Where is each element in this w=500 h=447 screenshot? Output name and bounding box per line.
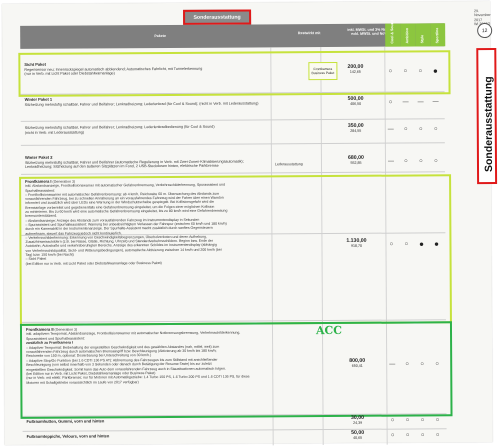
header-col-cool-sound: Cool & Sound bbox=[385, 20, 401, 47]
table-row: Sitzheizung mehrstufig schaltbar, Fahrer… bbox=[25, 124, 315, 135]
table-row: Frontkamera I (Generation 3) inkl. Absta… bbox=[25, 178, 316, 266]
restwirkt-text: Lederausstattung bbox=[274, 162, 303, 167]
row-desc: Sitzheizung mehrstufig schaltbar, Fahrer… bbox=[24, 159, 244, 169]
page-number-text: 12 bbox=[481, 27, 488, 34]
availability-marks: ○ — — — bbox=[383, 99, 443, 107]
side-label-text: Sonderausstattung bbox=[482, 76, 496, 173]
restwirkt-tag: Frontkamera Business Paket bbox=[308, 61, 338, 81]
table-row: Frontkamera II (Generation 3) inkl. adap… bbox=[26, 326, 318, 385]
table-row: Winter Paket 1 Sitzheizung mehrstufig sc… bbox=[25, 96, 315, 107]
mark-cool-sound: ○ bbox=[388, 68, 393, 75]
page-title: Sonderausstattung bbox=[183, 9, 252, 25]
mark-style: ○ bbox=[419, 158, 423, 165]
mark-cool-sound: — bbox=[387, 158, 394, 165]
mark-style: ○ bbox=[420, 432, 425, 439]
header-col-sportline: Sportline bbox=[430, 23, 446, 47]
mark-sportline: ○ bbox=[435, 432, 440, 439]
mark-cool-sound: ○ bbox=[390, 417, 395, 424]
header-col-label: Ambition bbox=[405, 27, 410, 44]
mark-ambition: ○ bbox=[405, 432, 410, 439]
price-net: 406,50 bbox=[350, 101, 362, 106]
availability-marks: — ○ ○ ○ bbox=[383, 158, 443, 166]
row-desc: Sitzheizung mehrstufig schaltbar, Fahrer… bbox=[24, 124, 215, 135]
mark-ambition: ○ bbox=[404, 158, 408, 165]
mark-ambition: ○ bbox=[405, 417, 410, 424]
acc-annotation: ACC bbox=[315, 323, 343, 338]
mark-sportline: ● bbox=[432, 66, 438, 76]
price-cell: 500,00 406,50 bbox=[336, 96, 376, 107]
mark-style: ○ bbox=[418, 68, 423, 75]
document-sheet: Sonderausstattung Pakete Restwirkt mit i… bbox=[2, 1, 498, 446]
row-desc: Regensensor neu; Innenrückspiegel automa… bbox=[24, 66, 203, 76]
mark-ambition: ○ bbox=[403, 68, 408, 75]
restwirkt-text: Frontkamera Business Paket bbox=[311, 66, 335, 76]
availability-marks: ○ ○ ○ ○ bbox=[385, 417, 445, 425]
table-row: Sicht Paket Regensensor neu; Innenrücksp… bbox=[24, 61, 286, 76]
mark-cool-sound: — bbox=[389, 361, 396, 368]
mark-cool-sound: ○ bbox=[389, 241, 394, 248]
row-name: Frontkamera II bbox=[25, 326, 54, 332]
mark-cool-sound: ○ bbox=[388, 99, 393, 106]
mark-style: ● bbox=[419, 239, 424, 249]
mark-cool-sound: ○ bbox=[390, 432, 395, 439]
availability-marks: — ○ ○ ○ bbox=[383, 126, 443, 134]
row-name: Fußraumhutten, Gummi, vorn und hinten bbox=[26, 418, 105, 424]
mark-ambition: ○ bbox=[404, 241, 409, 248]
mark-sportline: ○ bbox=[433, 126, 438, 133]
table-row: Winter Paket 2 Sitzheizung mehrstufig sc… bbox=[25, 154, 287, 169]
price-net: 24,39 bbox=[353, 420, 363, 425]
side-label: Sonderausstattung bbox=[476, 47, 498, 185]
header-col-label: Style bbox=[420, 34, 425, 44]
price-cell: 350,00 284,55 bbox=[336, 123, 376, 134]
price-net: 284,55 bbox=[350, 128, 362, 133]
mark-sportline: ● bbox=[434, 239, 439, 249]
price-net: 650,41 bbox=[351, 363, 363, 368]
page-number: 12 bbox=[477, 23, 493, 39]
availability-marks: — ○ ○ ○ bbox=[384, 361, 444, 369]
row-divider bbox=[20, 142, 445, 146]
mark-ambition: ○ bbox=[405, 361, 410, 368]
availability-marks: ○ ○ ● ● bbox=[383, 239, 443, 249]
header-col-label: Cool & Sound bbox=[390, 19, 395, 44]
mark-style: ○ bbox=[418, 126, 423, 133]
mark-ambition: — bbox=[402, 99, 409, 106]
header-col-style: Style bbox=[415, 23, 431, 47]
mark-sportline: ○ bbox=[434, 158, 438, 165]
table-header: Pakete Restwirkt mit inkl. MWSt. und 3% … bbox=[20, 23, 445, 49]
row-name: Fußraumteppiche, Velours, vorn und hinte… bbox=[26, 433, 110, 439]
mark-sportline: ○ bbox=[435, 361, 440, 368]
header-restwirkt: Restwirkt mit bbox=[297, 31, 321, 36]
page-title-text: Sonderausstattung bbox=[193, 14, 241, 21]
price-net: 142,65 bbox=[349, 69, 361, 74]
price-net: 40,65 bbox=[353, 435, 363, 440]
mark-style: — bbox=[417, 99, 424, 106]
availability-marks: ○ ○ ○ ● bbox=[382, 66, 442, 76]
mark-style: ○ bbox=[420, 361, 425, 368]
price-net: 918,70 bbox=[350, 243, 362, 248]
mark-sportline: ○ bbox=[435, 417, 440, 424]
mark-cool-sound: — bbox=[387, 126, 394, 133]
price-cell: 50,00 40,65 bbox=[338, 430, 378, 441]
price-cell: 1.130,00 918,70 bbox=[336, 238, 376, 249]
header-col-ambition: Ambition bbox=[400, 23, 416, 47]
row-divider bbox=[22, 428, 447, 432]
mark-style: ○ bbox=[420, 417, 425, 424]
price-cell: 200,00 142,65 bbox=[335, 64, 375, 75]
price-net: 552,85 bbox=[350, 160, 362, 165]
header-pakete: Pakete bbox=[154, 33, 167, 39]
header-col-label: Sportline bbox=[435, 27, 440, 44]
availability-marks: ○ ○ ○ ○ bbox=[385, 432, 445, 440]
mark-sportline: — bbox=[432, 99, 439, 106]
price-cell: 800,00 650,41 bbox=[337, 358, 377, 369]
row-divider bbox=[20, 118, 445, 122]
price-cell: 680,00 552,85 bbox=[336, 155, 376, 166]
price-cell: 30,00 24,39 bbox=[338, 415, 378, 426]
mark-ambition: ○ bbox=[403, 126, 408, 133]
